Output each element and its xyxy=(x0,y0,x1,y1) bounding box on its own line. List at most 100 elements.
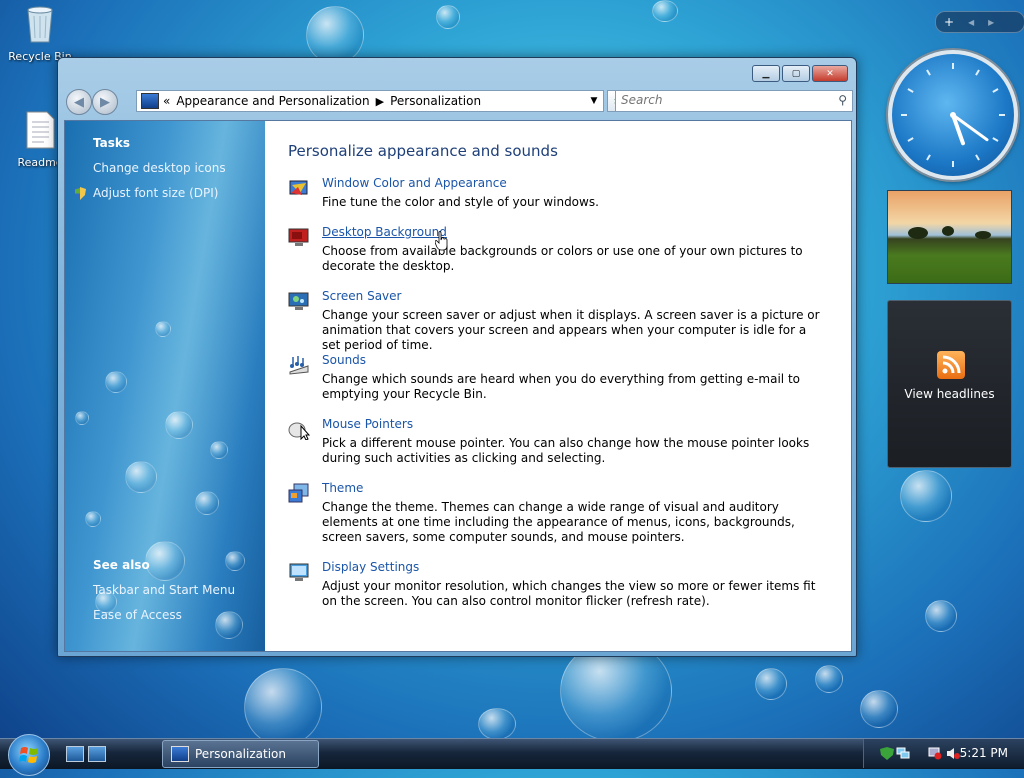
hand-cursor-icon xyxy=(435,231,448,251)
system-clock[interactable]: 5:21 PM xyxy=(960,746,1008,760)
clock-tick xyxy=(975,154,980,161)
window-controls: ▁ ▢ ✕ xyxy=(752,65,848,82)
see-also-heading: See also xyxy=(93,558,150,572)
task-pane: Tasks Change desktop icons Adjust font s… xyxy=(65,121,265,651)
desktop-icon-recycle-bin[interactable]: Recycle Bin xyxy=(0,4,80,63)
sidebar-bubble xyxy=(75,411,89,425)
screen-saver-link[interactable]: Screen Saver xyxy=(322,289,401,303)
sounds-icon xyxy=(289,356,309,375)
item-description: Change which sounds are heard when you d… xyxy=(322,372,800,401)
desktop-bubble xyxy=(652,0,678,22)
desktop-bubble xyxy=(755,668,787,700)
main-content: Personalize appearance and sounds Window… xyxy=(265,121,851,651)
breadcrumb-overflow[interactable]: « xyxy=(163,94,170,108)
address-bar[interactable]: « Appearance and Personalization ▶ Perso… xyxy=(136,90,604,112)
clock-tick xyxy=(907,137,914,142)
recycle-bin-icon xyxy=(27,6,53,43)
view-headlines-label[interactable]: View headlines xyxy=(888,387,1011,401)
breadcrumb-separator-icon[interactable]: ▶ xyxy=(376,95,384,108)
window-color-link[interactable]: Window Color and Appearance xyxy=(322,176,507,190)
feed-headlines-gadget[interactable]: View headlines xyxy=(887,300,1012,468)
screen-saver-icon xyxy=(288,292,309,310)
desktop-bubble xyxy=(306,6,364,64)
notification-area: 5:21 PM xyxy=(863,739,1024,768)
clock-tick xyxy=(992,137,999,142)
next-gadget-icon[interactable]: ▸ xyxy=(988,15,994,29)
desktop-bubble xyxy=(925,600,957,632)
sidebar-bubble xyxy=(210,441,228,459)
personalization-window: ▁ ▢ ✕ ◀ ▶ « Appearance and Personalizati… xyxy=(57,57,857,657)
breadcrumb-personalization[interactable]: Personalization xyxy=(390,94,481,108)
search-box: ⚲ xyxy=(615,90,853,112)
sidebar-bubble xyxy=(225,551,245,571)
page-title: Personalize appearance and sounds xyxy=(288,142,558,160)
desktop-background-icon xyxy=(288,228,309,246)
search-input[interactable] xyxy=(616,91,826,109)
desktop-bubble xyxy=(244,668,322,746)
add-gadget-icon[interactable]: + xyxy=(944,15,954,29)
sidebar-bubble xyxy=(85,511,101,527)
show-desktop-icon[interactable] xyxy=(66,746,84,762)
network-disconnected-icon[interactable] xyxy=(928,747,942,760)
sidebar-bubble xyxy=(125,461,157,493)
list-item-theme: Theme Change the theme. Themes can chang… xyxy=(288,481,818,546)
back-arrow-icon: ◀ xyxy=(74,94,84,110)
desktop-bubble xyxy=(436,5,460,29)
item-description: Adjust your monitor resolution, which ch… xyxy=(322,579,816,608)
tasks-heading: Tasks xyxy=(93,136,131,150)
previous-gadget-icon[interactable]: ◂ xyxy=(968,15,974,29)
sidebar-control-bar: + ◂ ▸ xyxy=(935,11,1024,33)
see-also-ease-of-access[interactable]: Ease of Access xyxy=(93,608,182,622)
search-icon[interactable]: ⚲ xyxy=(838,93,847,107)
maximize-button[interactable]: ▢ xyxy=(782,65,810,82)
clock-tick xyxy=(992,88,999,93)
desktop-bubble xyxy=(860,690,898,728)
desktop-background-link[interactable]: Desktop Background xyxy=(322,225,447,239)
see-also-taskbar[interactable]: Taskbar and Start Menu xyxy=(93,583,235,597)
sidebar-bubble xyxy=(145,541,185,581)
network-icon[interactable] xyxy=(896,747,910,760)
document-icon xyxy=(26,111,55,149)
landscape-photo xyxy=(908,226,991,239)
item-description: Change your screen saver or adjust when … xyxy=(322,308,820,352)
list-item-mouse-pointers: Mouse Pointers Pick a different mouse po… xyxy=(288,417,818,467)
display-settings-link[interactable]: Display Settings xyxy=(322,560,419,574)
sidebar-bubble xyxy=(155,321,171,337)
volume-muted-icon[interactable] xyxy=(946,747,960,760)
item-description: Fine tune the color and style of your wi… xyxy=(322,195,599,209)
clock-face-icon xyxy=(901,63,1005,167)
rss-feed-icon xyxy=(937,351,965,379)
sidebar-bubble xyxy=(215,611,243,639)
sidebar-bubble xyxy=(165,411,193,439)
start-button[interactable] xyxy=(8,734,50,776)
sounds-link[interactable]: Sounds xyxy=(322,353,366,367)
desktop-bubble xyxy=(815,665,843,693)
list-item-desktop-background: Desktop Background Choose from available… xyxy=(288,225,818,275)
mouse-pointers-link[interactable]: Mouse Pointers xyxy=(322,417,413,431)
minimize-button[interactable]: ▁ xyxy=(752,65,780,82)
taskbar-button-personalization[interactable]: Personalization xyxy=(162,740,319,768)
clock-gadget[interactable] xyxy=(888,50,1018,180)
control-panel-icon xyxy=(171,746,189,762)
switch-windows-icon[interactable] xyxy=(88,746,106,762)
clock-tick xyxy=(926,69,931,76)
clock-tick xyxy=(975,69,980,76)
close-button[interactable]: ✕ xyxy=(812,65,848,82)
uac-shield-icon xyxy=(74,187,86,200)
forward-arrow-icon: ▶ xyxy=(100,94,110,110)
list-item-window-color: Window Color and Appearance Fine tune th… xyxy=(288,176,818,216)
item-description: Pick a different mouse pointer. You can … xyxy=(322,436,810,465)
task-adjust-font-size[interactable]: Adjust font size (DPI) xyxy=(93,186,218,200)
window-client-area: Tasks Change desktop icons Adjust font s… xyxy=(64,120,852,652)
security-shield-icon[interactable] xyxy=(880,747,894,760)
list-item-screen-saver: Screen Saver Change your screen saver or… xyxy=(288,289,820,352)
forward-button[interactable]: ▶ xyxy=(92,89,118,115)
breadcrumb-appearance[interactable]: Appearance and Personalization xyxy=(176,94,369,108)
address-dropdown-icon[interactable]: ▼ xyxy=(585,91,603,111)
theme-link[interactable]: Theme xyxy=(322,481,363,495)
task-change-desktop-icons[interactable]: Change desktop icons xyxy=(93,161,226,175)
taskbar-button-label: Personalization xyxy=(195,747,286,761)
back-button[interactable]: ◀ xyxy=(66,89,92,115)
item-description: Change the theme. Themes can change a wi… xyxy=(322,500,795,544)
slideshow-gadget[interactable] xyxy=(887,190,1012,284)
